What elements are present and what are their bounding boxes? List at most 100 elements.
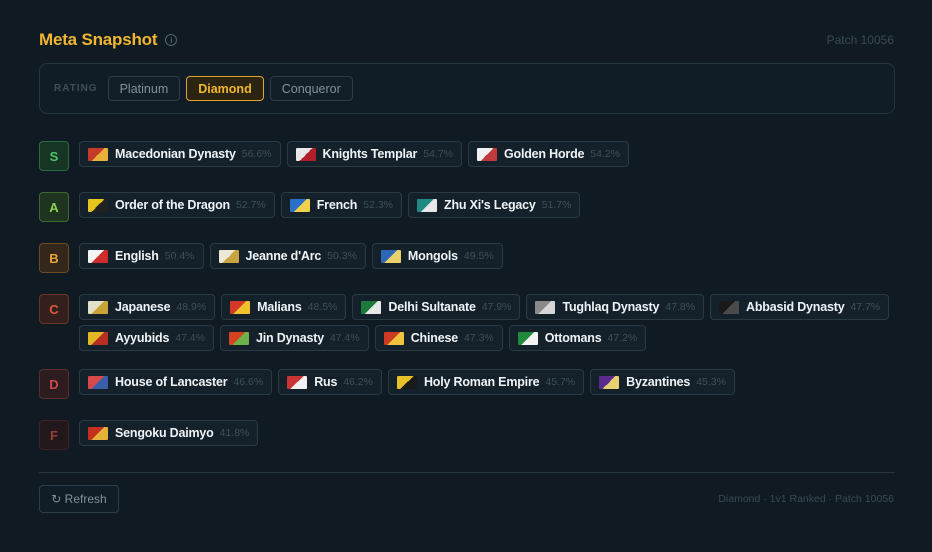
rating-platinum-button[interactable]: Platinum xyxy=(107,76,181,101)
civ-chip[interactable]: Jeanne d'Arc 50.3% xyxy=(209,243,366,269)
civ-chip[interactable]: Malians 48.5% xyxy=(221,294,347,320)
tier-row-c: C Japanese 48.9% Malians 48.5% Delhi Sultanat… xyxy=(39,294,894,351)
civ-chip[interactable]: Ayyubids 47.4% xyxy=(79,325,214,351)
civ-chip-list: Sengoku Daimyo 41.8% xyxy=(79,420,894,450)
civ-flag-icon xyxy=(88,249,108,263)
civ-winrate: 56.6% xyxy=(241,148,272,160)
tier-badge: C xyxy=(39,294,69,324)
civ-name: Sengoku Daimyo xyxy=(115,426,214,440)
civ-chip[interactable]: Mongols 49.5% xyxy=(371,243,503,269)
civ-chip[interactable]: House of Lancaster 46.6% xyxy=(79,369,273,395)
civ-chip[interactable]: Jin Dynasty 47.4% xyxy=(219,325,369,351)
civ-flag-icon xyxy=(477,147,498,161)
civ-flag-icon xyxy=(719,300,740,314)
civ-name: Abbasid Dynasty xyxy=(746,300,845,314)
civ-chip[interactable]: Knights Templar 54.7% xyxy=(286,141,463,167)
civ-name: Jeanne d'Arc xyxy=(245,249,322,263)
civ-flag-icon xyxy=(289,198,310,212)
civ-winrate: 47.4% xyxy=(175,332,205,344)
rating-conqueror-button[interactable]: Conqueror xyxy=(269,76,353,101)
rating-label: RATING xyxy=(54,83,98,94)
civ-name: Rus xyxy=(314,375,338,389)
rating-diamond-button[interactable]: Diamond xyxy=(186,76,264,101)
tier-row-f: F Sengoku Daimyo 41.8% xyxy=(39,420,894,450)
civ-chip-list: English 50.4% Jeanne d'Arc 50.3% Mongols 49.5… xyxy=(79,243,894,273)
civ-flag-icon xyxy=(287,375,308,389)
civ-chip[interactable]: Byzantines 45.3% xyxy=(590,369,735,395)
civ-chip[interactable]: Order of the Dragon 52.7% xyxy=(79,192,275,218)
civ-flag-icon xyxy=(88,198,108,212)
civ-name: Ottomans xyxy=(544,331,602,345)
refresh-button[interactable]: ↻ Refresh xyxy=(39,485,119,513)
civ-flag-icon xyxy=(383,331,404,345)
civ-flag-icon xyxy=(88,426,108,440)
civ-name: Japanese xyxy=(115,300,171,314)
civ-name: Malians xyxy=(257,300,302,314)
civ-winrate: 48.9% xyxy=(176,301,207,313)
civ-flag-icon xyxy=(88,331,108,345)
civ-flag-icon xyxy=(88,147,108,161)
civ-name: Macedonian Dynasty xyxy=(115,147,236,161)
tier-badge: D xyxy=(39,369,69,399)
civ-winrate: 41.8% xyxy=(219,427,250,439)
civ-name: Order of the Dragon xyxy=(115,198,230,212)
civ-flag-icon xyxy=(396,375,417,389)
civ-winrate: 47.4% xyxy=(329,332,360,344)
civ-chip[interactable]: Macedonian Dynasty 56.6% xyxy=(79,141,281,167)
info-icon[interactable]: i xyxy=(165,34,178,46)
civ-name: French xyxy=(316,198,358,212)
civ-flag-icon xyxy=(88,375,108,389)
civ-chip[interactable]: Rus 46.2% xyxy=(278,369,382,395)
civ-winrate: 50.4% xyxy=(164,250,195,262)
patch-label: Patch 10056 xyxy=(826,33,894,47)
rating-filter-panel: RATING Platinum Diamond Conqueror xyxy=(39,63,895,114)
civ-flag-icon xyxy=(228,331,249,345)
civ-winrate: 45.7% xyxy=(545,376,576,388)
civ-flag-icon xyxy=(517,331,538,345)
civ-chip[interactable]: Zhu Xi's Legacy 51.7% xyxy=(408,192,581,218)
civ-chip[interactable]: Chinese 47.3% xyxy=(374,325,503,351)
civ-chip-list: Order of the Dragon 52.7% French 52.3% Zhu X… xyxy=(79,192,894,222)
civ-flag-icon xyxy=(535,300,556,314)
civ-winrate: 54.2% xyxy=(590,148,621,160)
civ-name: Jin Dynasty xyxy=(255,331,324,345)
header: Meta Snapshot i Patch 10056 xyxy=(39,30,894,50)
civ-winrate: 49.5% xyxy=(463,250,494,262)
civ-name: Tughlaq Dynasty xyxy=(562,300,660,314)
civ-winrate: 54.7% xyxy=(423,148,454,160)
civ-chip[interactable]: Tughlaq Dynasty 47.8% xyxy=(526,294,705,320)
tier-row-d: D House of Lancaster 46.6% Rus 46.2% Holy Rom… xyxy=(39,369,894,399)
civ-name: Holy Roman Empire xyxy=(423,375,540,389)
civ-winrate: 51.7% xyxy=(541,199,572,211)
civ-name: Golden Horde xyxy=(504,147,585,161)
civ-winrate: 52.7% xyxy=(235,199,266,211)
divider xyxy=(39,472,895,473)
civ-name: Byzantines xyxy=(626,375,691,389)
civ-chip[interactable]: Delhi Sultanate 47.9% xyxy=(352,294,521,320)
tier-badge: B xyxy=(39,243,69,273)
civ-flag-icon xyxy=(295,147,316,161)
civ-winrate: 47.2% xyxy=(607,332,638,344)
civ-chip[interactable]: Abbasid Dynasty 47.7% xyxy=(710,294,890,320)
civ-name: Delhi Sultanate xyxy=(388,300,476,314)
civ-chip[interactable]: Japanese 48.9% xyxy=(79,294,216,320)
footer-info: Diamond · 1v1 Ranked · Patch 10056 xyxy=(718,493,894,505)
civ-winrate: 52.3% xyxy=(363,199,394,211)
civ-chip[interactable]: Sengoku Daimyo 41.8% xyxy=(79,420,259,446)
civ-name: Zhu Xi's Legacy xyxy=(444,198,536,212)
civ-winrate: 47.9% xyxy=(481,301,512,313)
civ-chip-list: House of Lancaster 46.6% Rus 46.2% Holy Roma… xyxy=(79,369,894,399)
civ-chip[interactable]: French 52.3% xyxy=(280,192,403,218)
civ-winrate: 45.3% xyxy=(696,376,726,388)
tier-row-a: A Order of the Dragon 52.7% French 52.3% Zhu … xyxy=(39,192,894,222)
civ-name: English xyxy=(115,249,159,263)
civ-winrate: 46.6% xyxy=(233,376,264,388)
civ-chip[interactable]: Holy Roman Empire 45.7% xyxy=(387,369,585,395)
civ-winrate: 46.2% xyxy=(343,376,373,388)
civ-chip[interactable]: Ottomans 47.2% xyxy=(508,325,647,351)
civ-chip[interactable]: Golden Horde 54.2% xyxy=(468,141,630,167)
civ-flag-icon xyxy=(361,300,382,314)
civ-chip[interactable]: English 50.4% xyxy=(79,243,204,269)
tier-row-s: S Macedonian Dynasty 56.6% Knights Templar 5… xyxy=(39,141,894,171)
page-title: Meta Snapshot xyxy=(39,30,158,49)
